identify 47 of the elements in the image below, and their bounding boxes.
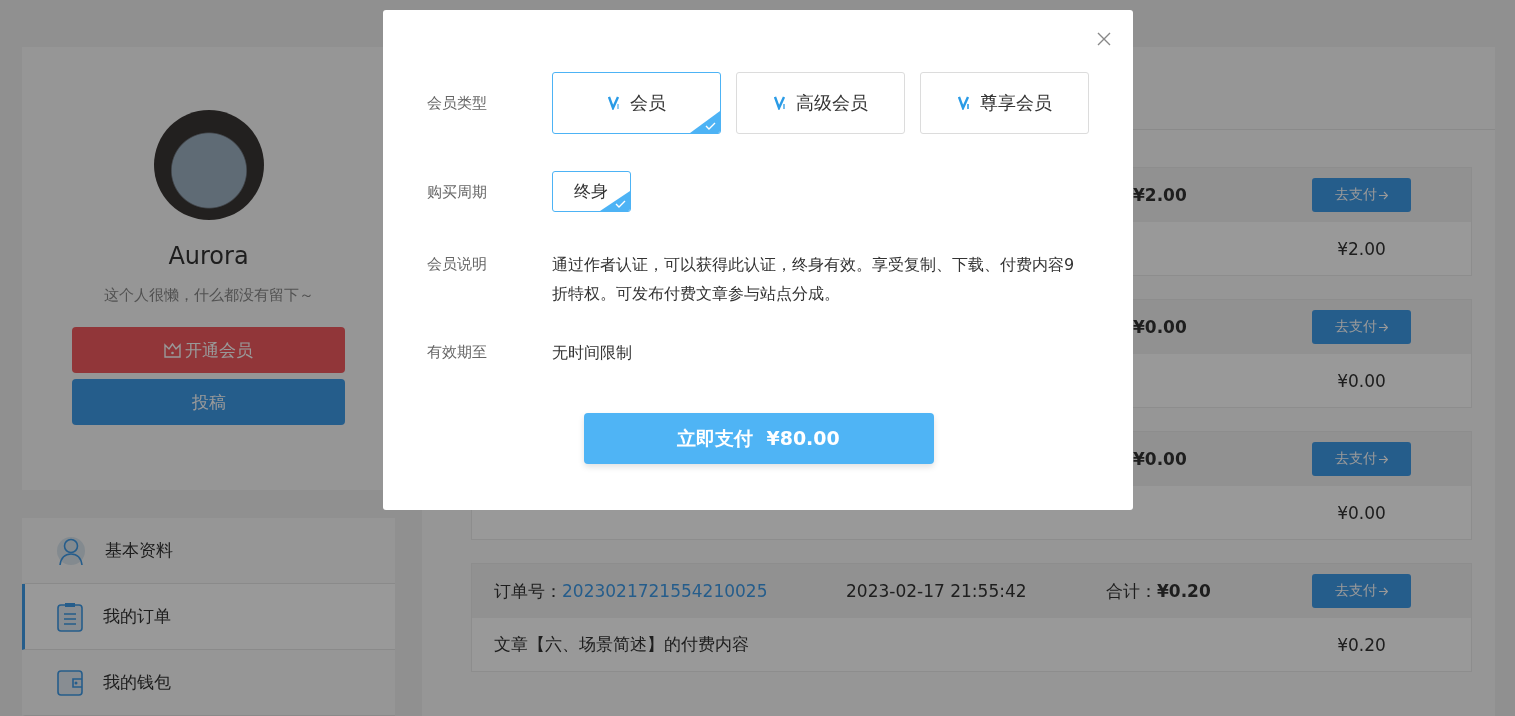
order-number-link[interactable]: 2023021721554210025 [562, 580, 768, 601]
nav-item[interactable]: 我的订单 [22, 584, 395, 650]
order-date: 2023-02-17 21:55:42 [846, 581, 1027, 601]
membership-description: 通过作者认证，可以获得此认证，终身有效。享受复制、下载、付费内容9折特权。可发布付费文章参与站点分成。 [552, 254, 1076, 305]
user-name: Aurora [168, 242, 249, 270]
pay-button[interactable]: 去支付 [1312, 442, 1411, 476]
expiry-value: 无时间限制 [552, 342, 632, 364]
field-label: 有效期至 [427, 342, 488, 363]
membership-option[interactable]: 高级会员 [736, 72, 905, 134]
close-icon[interactable] [1097, 32, 1111, 46]
order-amount: ¥0.00 [1336, 370, 1387, 391]
order-total: ¥0.00 [1132, 449, 1187, 469]
total-label: 合计： [1106, 580, 1157, 601]
vip-badge-icon [607, 96, 622, 110]
submit-post-button[interactable]: 投稿 [72, 379, 345, 425]
pay-button[interactable]: 去支付 [1312, 178, 1411, 212]
vip-badge-icon [957, 96, 972, 110]
user-icon [57, 535, 85, 566]
order-amount: ¥0.20 [1336, 634, 1387, 655]
order-total: ¥0.00 [1132, 317, 1187, 337]
order-total: ¥0.20 [1157, 580, 1211, 601]
membership-option[interactable]: 会员 [552, 72, 721, 134]
clipboard-icon [57, 601, 83, 632]
pay-button[interactable]: 去支付 [1312, 310, 1411, 344]
arrow-right-icon [1379, 322, 1388, 332]
user-bio: 这个人很懒，什么都没有留下～ [103, 286, 314, 305]
order-number-label: 订单号： [494, 580, 562, 601]
field-label: 购买周期 [427, 181, 488, 203]
field-label: 会员说明 [427, 254, 488, 275]
vip-badge-icon [773, 96, 788, 110]
wallet-icon [57, 669, 83, 696]
check-corner-icon [690, 111, 720, 133]
nav-item[interactable]: 我的钱包 [22, 650, 395, 716]
order-description: 文章【六、场景简述】的付费内容 [494, 634, 749, 654]
order-amount: ¥0.00 [1336, 502, 1387, 523]
period-option[interactable]: 终身 [552, 171, 631, 212]
arrow-right-icon [1379, 586, 1388, 596]
order-amount: ¥2.00 [1336, 238, 1387, 259]
pay-now-button[interactable]: 立即支付 ¥80.00 [583, 413, 934, 464]
field-label: 会员类型 [427, 93, 488, 114]
arrow-right-icon [1379, 190, 1388, 200]
membership-button[interactable]: 开通会员 [72, 327, 345, 373]
order-total: ¥2.00 [1132, 185, 1187, 205]
pay-button[interactable]: 去支付 [1312, 574, 1411, 608]
membership-option[interactable]: 尊享会员 [920, 72, 1089, 134]
arrow-right-icon [1379, 454, 1388, 464]
crown-icon [164, 342, 181, 358]
